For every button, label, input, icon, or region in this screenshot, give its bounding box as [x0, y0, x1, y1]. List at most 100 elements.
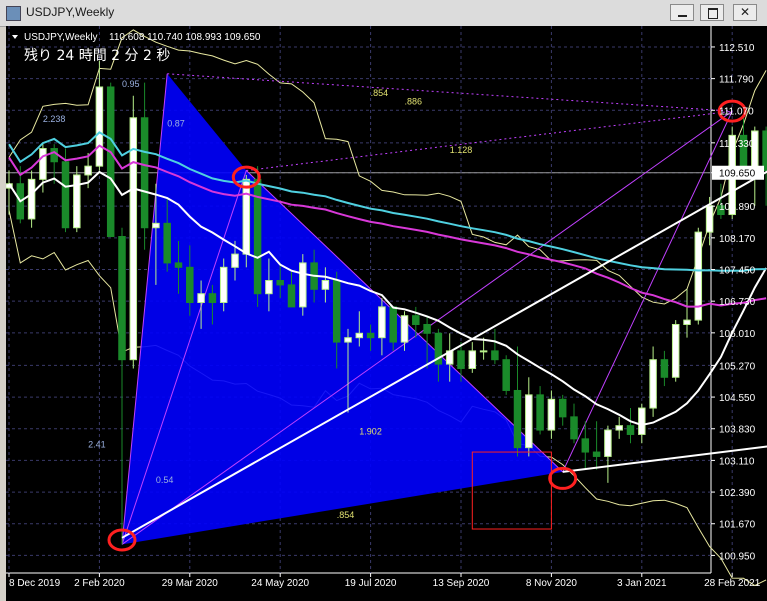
ratio-label: 0.87 [167, 119, 185, 129]
minimize-button[interactable] [670, 4, 694, 21]
price-label: 111.790 [719, 75, 754, 86]
candle-body [412, 315, 420, 325]
candle-body [174, 262, 183, 268]
time-label: 28 Feb 2021 [704, 578, 761, 589]
candle-body [378, 306, 386, 339]
candle-body [604, 429, 612, 457]
candle-body [27, 178, 36, 220]
close-button[interactable]: ✕ [733, 4, 757, 21]
ratio-label: 1.902 [359, 426, 382, 436]
price-label: 103.830 [719, 425, 756, 436]
candle-body [626, 425, 635, 435]
candle-body [152, 222, 160, 229]
ratio-label: .854 [337, 510, 355, 520]
candle-body [106, 86, 115, 238]
price-label: 107.450 [719, 266, 756, 277]
candle-body [321, 280, 330, 290]
ratio-label: 0.95 [122, 79, 140, 89]
ratio-label: 2.41 [88, 440, 106, 450]
candle-body [355, 332, 364, 339]
candle-body [762, 130, 767, 172]
minimize-icon [678, 15, 687, 17]
candle-body [219, 266, 228, 303]
candle-body [84, 165, 92, 176]
price-label: 108.170 [719, 234, 756, 245]
candle-body [547, 398, 556, 431]
candle-body [39, 148, 47, 180]
time-axis[interactable]: 8 Dec 2019 2 Feb 2020 29 Mar 2020 24 May 20… [8, 573, 761, 589]
symbol-timeframe: USDJPY,Weekly [24, 32, 98, 43]
price-label: 102.390 [719, 488, 756, 499]
candle-body [570, 416, 578, 440]
candle-body [95, 86, 104, 167]
price-chart[interactable]: 2.238 0.95 0.87 2.41 0.54 1.902 1.128 .854 .886.… [6, 26, 767, 601]
price-label: 110.330 [719, 139, 755, 150]
price-label: 104.550 [719, 393, 756, 404]
candle-body [389, 306, 397, 343]
close-icon: ✕ [739, 5, 751, 19]
time-label: 2 Feb 2020 [74, 578, 125, 589]
candle-body [231, 253, 239, 268]
candle-body [705, 205, 714, 233]
candle-body [513, 389, 522, 449]
price-label: 108.890 [719, 202, 756, 213]
current-price-label: 109.650 [719, 169, 756, 180]
time-label: 24 May 2020 [251, 578, 309, 589]
candle-body [479, 350, 488, 353]
price-label: 111.070 [719, 106, 754, 117]
maximize-icon [708, 8, 718, 19]
chart-menu-icon[interactable] [12, 35, 18, 39]
time-label: 13 Sep 2020 [433, 578, 490, 589]
candle-body [592, 451, 601, 457]
candle-body [581, 438, 590, 453]
price-label: 101.670 [719, 520, 756, 531]
candle-body [73, 174, 81, 229]
window-titlebar[interactable]: USDJPY,Weekly ✕ [0, 0, 767, 27]
maximize-button[interactable] [700, 4, 724, 21]
chart-canvas[interactable]: 2.238 0.95 0.87 2.41 0.54 1.902 1.128 .854 .886.… [6, 26, 767, 601]
candle-body [242, 178, 251, 255]
candle-body [366, 332, 375, 339]
time-label: 8 Dec 2019 [9, 578, 61, 589]
candle-body [660, 359, 669, 378]
candle-body [649, 359, 657, 409]
candle-body [208, 293, 217, 303]
candle-body [61, 161, 70, 229]
candle-body [683, 319, 691, 325]
price-label: 103.110 [719, 456, 755, 467]
candle-body [140, 117, 149, 229]
candle-body [265, 280, 273, 295]
time-label: 3 Jan 2021 [617, 578, 667, 589]
candle-body [615, 425, 623, 431]
ratio-label: 0.54 [156, 475, 174, 485]
candle-body [332, 280, 341, 343]
candle-body [197, 293, 205, 303]
candle-body [299, 262, 307, 308]
chart-window-icon [6, 6, 21, 21]
price-label: 100.950 [719, 551, 756, 562]
candle-body [50, 148, 58, 163]
window-title: USDJPY,Weekly [26, 5, 115, 19]
candle-body [400, 315, 409, 343]
candle-body [525, 394, 533, 449]
terminal-window: USDJPY,Weekly ✕ 2.238 0.95 0.87 2.41 0.54 1.9… [0, 0, 767, 601]
candle-body [536, 394, 544, 431]
candle-body [638, 407, 646, 435]
pattern-xd-line [167, 73, 733, 112]
price-label: 112.510 [719, 43, 755, 54]
ratio-label: .854 [371, 88, 389, 98]
ohlc-values: 110.608 110.740 108.993 109.650 [109, 32, 261, 43]
chart-header: USDJPY,Weekly 110.608 110.740 108.993 10… [12, 32, 261, 64]
price-label: 106.730 [719, 297, 756, 308]
candle-body [671, 323, 680, 378]
candle-body [287, 284, 296, 308]
candle-body [163, 222, 171, 264]
time-label: 19 Jul 2020 [345, 578, 397, 589]
bar-countdown: 残り 24 時間 2 分 2 秒 [24, 48, 170, 64]
candle-body [344, 337, 352, 343]
candle-body [423, 323, 431, 334]
candle-body [276, 280, 284, 286]
candle-body [118, 236, 126, 361]
candle-body [751, 130, 759, 172]
price-label: 105.270 [719, 361, 756, 372]
